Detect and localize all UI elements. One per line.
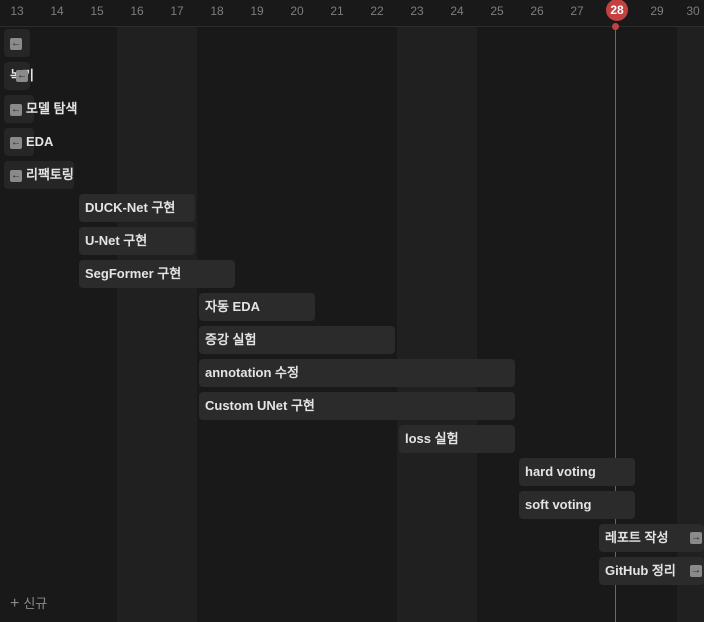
day-label: 18: [210, 4, 224, 18]
day-label: 13: [10, 4, 24, 18]
task-bar[interactable]: annotation 수정: [199, 359, 515, 387]
task-bar[interactable]: 자동 EDA: [199, 293, 315, 321]
task-bar[interactable]: soft voting: [519, 491, 635, 519]
task-label: 레포트 작성: [605, 530, 669, 545]
arrow-left-icon[interactable]: ←: [10, 169, 22, 182]
task-label: U-Net 구현: [85, 233, 148, 248]
date-header: 13 14 15 16 17 18 19 20 21 22 23 24 25 2…: [0, 0, 704, 27]
arrow-left-icon[interactable]: ←: [10, 37, 22, 50]
task-bar[interactable]: 레포트 작성 →: [599, 524, 704, 552]
weekend-column: [117, 26, 197, 622]
task-label: DUCK-Net 구현: [85, 200, 176, 215]
task-bar[interactable]: ← EDA: [4, 128, 53, 156]
task-label: 자동 EDA: [205, 299, 260, 314]
task-label: 리팩토링: [26, 167, 74, 182]
day-label: 25: [490, 4, 504, 18]
arrow-right-icon[interactable]: →: [690, 565, 702, 577]
arrow-left-icon[interactable]: ←: [10, 136, 22, 149]
today-badge[interactable]: 28: [606, 0, 628, 21]
plus-icon: +: [10, 595, 20, 612]
task-bar[interactable]: DUCK-Net 구현: [79, 194, 195, 222]
weekend-column: [397, 26, 477, 622]
task-bar[interactable]: Custom UNet 구현: [199, 392, 515, 420]
day-label: 24: [450, 4, 464, 18]
day-label: 27: [570, 4, 584, 18]
task-label: EDA: [26, 134, 54, 149]
task-label: soft voting: [525, 497, 592, 512]
today-marker: [612, 23, 619, 30]
timeline-view: 13 14 15 16 17 18 19 20 21 22 23 24 25 2…: [0, 0, 704, 622]
task-bar[interactable]: ← 모델 탐색: [4, 95, 77, 123]
task-label: hard voting: [525, 464, 596, 479]
task-bar[interactable]: hard voting: [519, 458, 635, 486]
arrow-left-icon[interactable]: ←: [16, 70, 28, 82]
task-bar[interactable]: SegFormer 구현: [79, 260, 235, 288]
task-label: 증강 실험: [205, 332, 257, 347]
task-bar[interactable]: ← 리팩토링: [4, 161, 74, 189]
task-label: loss 실험: [405, 431, 459, 446]
day-label: 16: [130, 4, 144, 18]
day-label: 21: [330, 4, 344, 18]
day-label: 17: [170, 4, 184, 18]
task-bar[interactable]: 증강 실험: [199, 326, 395, 354]
day-label: 22: [370, 4, 384, 18]
day-label: 19: [250, 4, 264, 18]
day-label: 14: [50, 4, 64, 18]
task-label: SegFormer 구현: [85, 266, 182, 281]
task-bar[interactable]: loss 실험: [399, 425, 515, 453]
day-label: 29: [650, 4, 664, 18]
task-label: annotation 수정: [205, 365, 299, 380]
new-item-label: 신규: [23, 596, 48, 611]
day-label: 20: [290, 4, 304, 18]
task-bar[interactable]: ←: [4, 29, 30, 57]
task-bar[interactable]: GitHub 정리 →: [599, 557, 704, 585]
day-label: 23: [410, 4, 424, 18]
task-label: GitHub 정리: [605, 563, 676, 578]
day-label: 30: [686, 4, 700, 18]
task-bar[interactable]: U-Net 구현: [79, 227, 195, 255]
task-bar[interactable]: ←녹기: [4, 62, 34, 90]
arrow-left-icon[interactable]: ←: [10, 103, 22, 116]
task-label: 모델 탐색: [26, 101, 78, 116]
day-label: 26: [530, 4, 544, 18]
new-item-button[interactable]: + 신규: [10, 594, 47, 614]
arrow-right-icon[interactable]: →: [690, 532, 702, 544]
day-label: 15: [90, 4, 104, 18]
task-label: Custom UNet 구현: [205, 398, 315, 413]
